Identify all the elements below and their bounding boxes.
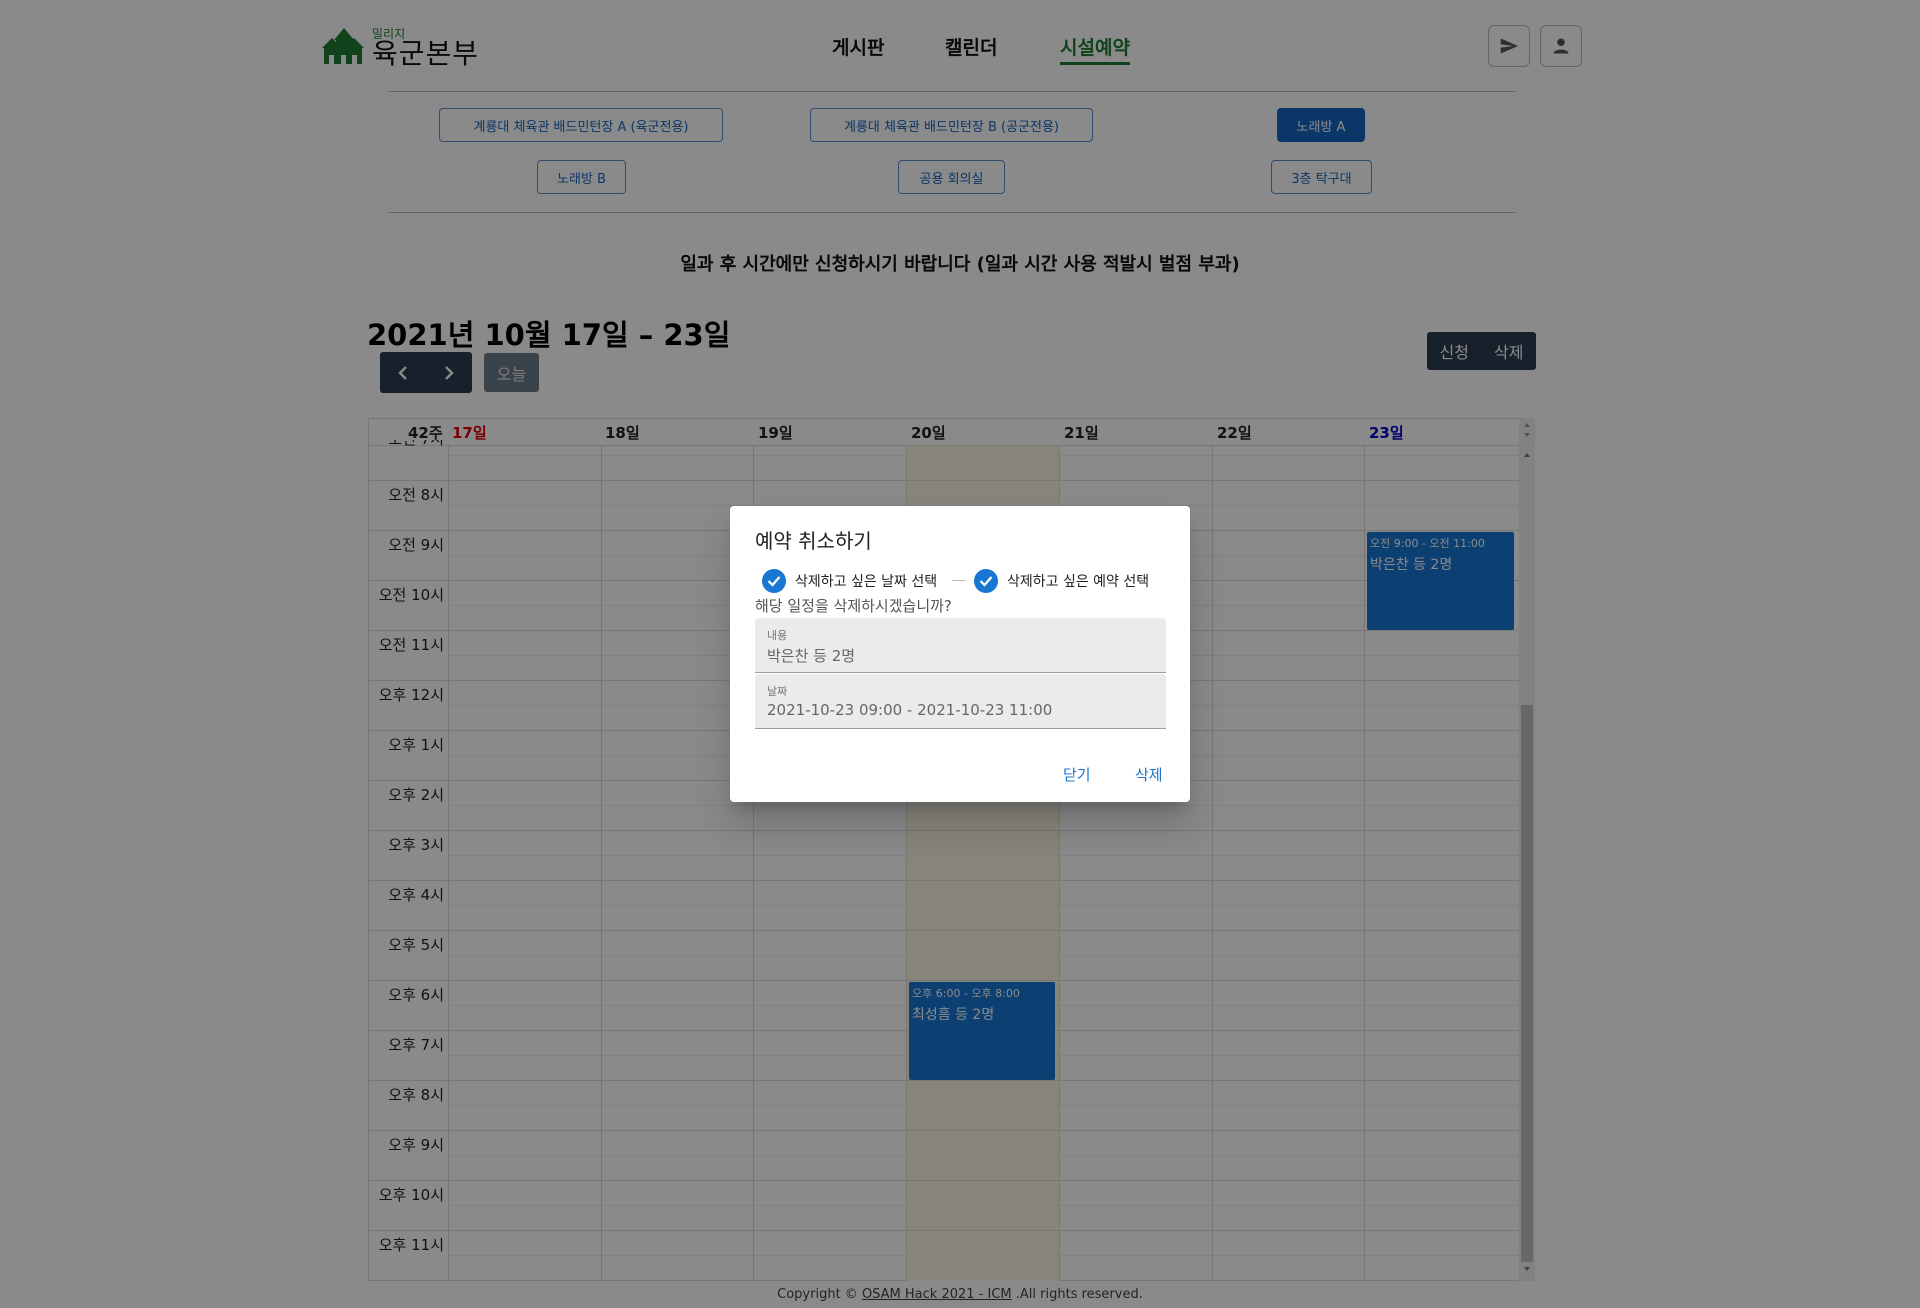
date-field: 날짜 2021-10-23 09:00 - 2021-10-23 11:00 xyxy=(755,674,1166,729)
field-label: 내용 xyxy=(767,629,788,642)
dialog-title: 예약 취소하기 xyxy=(755,529,872,553)
step-select-reservation[interactable]: 삭제하고 싶은 예약 선택 xyxy=(974,569,1149,593)
content-field: 내용 박은찬 등 2명 xyxy=(755,618,1166,673)
cancel-reservation-dialog: 예약 취소하기 삭제하고 싶은 날짜 선택 삭제하고 싶은 예약 선택 해당 일… xyxy=(730,506,1190,802)
close-button[interactable]: 닫기 xyxy=(1063,764,1091,785)
field-value: 2021-10-23 09:00 - 2021-10-23 11:00 xyxy=(767,701,1053,719)
confirm-question: 해당 일정을 삭제하시겠습니까? xyxy=(755,597,952,615)
step-select-date[interactable]: 삭제하고 싶은 날짜 선택 xyxy=(762,569,937,593)
stepper-divider xyxy=(952,580,966,581)
step-label: 삭제하고 싶은 날짜 선택 xyxy=(795,574,938,590)
confirm-delete-button[interactable]: 삭제 xyxy=(1135,764,1163,785)
step-label: 삭제하고 싶은 예약 선택 xyxy=(1007,574,1150,590)
check-icon xyxy=(974,569,998,593)
check-icon xyxy=(762,569,786,593)
field-label: 날짜 xyxy=(767,685,788,698)
field-value: 박은찬 등 2명 xyxy=(767,647,856,665)
